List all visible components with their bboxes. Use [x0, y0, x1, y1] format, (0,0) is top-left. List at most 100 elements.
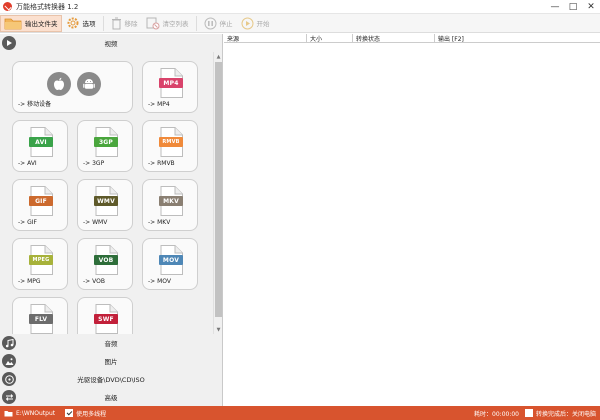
multithread-label: 使用多线程	[76, 410, 107, 418]
tile-mp4[interactable]: MP4 -> MP4	[142, 61, 198, 113]
rmvb-badge: RMVB	[159, 137, 183, 147]
device-icons	[47, 72, 107, 96]
scrollbar-thumb[interactable]	[215, 62, 222, 317]
tile-mov[interactable]: MOV -> MOV	[142, 238, 198, 290]
mov-file-icon: MOV	[159, 245, 183, 275]
category-video[interactable]: 视频	[0, 34, 222, 52]
flv-file-icon: FLV	[29, 304, 53, 334]
mpeg-file-icon: MPEG	[29, 245, 53, 275]
maximize-button[interactable]: □	[564, 0, 582, 14]
close-button[interactable]: ✕	[582, 0, 600, 14]
android-icon	[77, 72, 101, 96]
toolbar: 输出文件夹 选项 移除 清空列表 停止 开始	[0, 14, 600, 33]
play-icon	[241, 17, 254, 30]
clear-list-label: 清空列表	[162, 20, 189, 28]
title-bar: 万能格式转换器 1.2 — □ ✕	[0, 0, 600, 14]
remove-button[interactable]: 移除	[107, 15, 142, 32]
tile-rmvb[interactable]: RMVB -> RMVB	[142, 120, 198, 172]
music-note-icon	[2, 336, 16, 350]
remove-label: 移除	[124, 20, 138, 28]
toolbar-divider	[102, 15, 104, 31]
folder-icon	[4, 17, 22, 30]
tile-wmv[interactable]: WMV -> WMV	[77, 179, 133, 231]
format-grid: -> 移动设备 MP4 -> MP4 AVI -> AVI 3GP -> 3GP	[0, 52, 213, 334]
mp4-badge: MP4	[159, 78, 183, 88]
tile-label: -> 移动设备	[18, 101, 52, 108]
format-panel: 视频 -> 移动设备 MP4 -> MP4 AVI -> AVI 3GP -> …	[0, 34, 223, 406]
output-folder-small-icon	[4, 410, 13, 417]
clear-list-button[interactable]: 清空列表	[142, 15, 193, 32]
rmvb-file-icon: RMVB	[159, 127, 183, 157]
category-audio[interactable]: 音频	[0, 334, 222, 352]
tile-label: -> MOV	[148, 278, 171, 285]
stop-label: 停止	[219, 20, 233, 28]
tile-mpg[interactable]: MPEG -> MPG	[12, 238, 68, 290]
after-convert-checkbox[interactable]	[524, 409, 533, 417]
scroll-down-arrow-icon[interactable]: ▼	[214, 325, 223, 334]
category-disc-label: 光驱设备\DVD\CD\ISO	[77, 376, 145, 384]
after-convert-label: 转换完成后：关闭电脑	[535, 410, 596, 418]
mpeg-badge: MPEG	[29, 255, 53, 265]
wmv-file-icon: WMV	[94, 186, 118, 216]
tile-label: -> MP4	[148, 101, 170, 108]
tile-3gp[interactable]: 3GP -> 3GP	[77, 120, 133, 172]
toolbar-divider	[195, 15, 197, 31]
play-circle-icon	[2, 36, 16, 50]
column-header-size[interactable]: 大小	[307, 34, 353, 43]
output-folder-button[interactable]: 输出文件夹	[0, 14, 62, 32]
category-image-label: 图片	[104, 358, 118, 366]
window-controls: — □ ✕	[546, 0, 600, 14]
disc-icon	[2, 372, 16, 386]
multithread-checkbox[interactable]	[65, 409, 74, 417]
tile-flv[interactable]: FLV	[12, 297, 68, 334]
mp4-file-icon: MP4	[159, 68, 183, 98]
scroll-up-arrow-icon[interactable]: ▲	[214, 52, 223, 61]
clear-list-icon	[146, 17, 160, 30]
category-audio-label: 音频	[104, 340, 118, 348]
tile-label: -> RMVB	[148, 160, 175, 167]
tile-label: -> MPG	[18, 278, 41, 285]
stop-button[interactable]: 停止	[200, 15, 237, 32]
category-advanced[interactable]: 高级	[0, 388, 222, 406]
start-label: 开始	[256, 20, 270, 28]
category-video-label: 视频	[104, 40, 118, 48]
start-button[interactable]: 开始	[237, 15, 274, 32]
minimize-button[interactable]: —	[546, 0, 564, 14]
file-list[interactable]: 来源 大小 转换状态 输出 [F2]	[224, 34, 600, 406]
elapsed-time: 耗时：00:00:00	[474, 410, 519, 418]
pause-icon	[204, 17, 217, 30]
apple-icon	[47, 72, 71, 96]
category-disc[interactable]: 光驱设备\DVD\CD\ISO	[0, 370, 222, 388]
app-logo-icon	[3, 2, 12, 11]
vob-badge: VOB	[94, 255, 118, 265]
format-scrollbar[interactable]: ▲ ▼	[213, 52, 222, 334]
vob-file-icon: VOB	[94, 245, 118, 275]
tile-avi[interactable]: AVI -> AVI	[12, 120, 68, 172]
tile-mobile-device[interactable]: -> 移动设备	[12, 61, 133, 113]
column-header-status[interactable]: 转换状态	[353, 34, 435, 43]
tile-mkv[interactable]: MKV -> MKV	[142, 179, 198, 231]
gear-icon	[66, 16, 80, 30]
tile-label: -> MKV	[148, 219, 171, 226]
output-path[interactable]: E:\WNOutput	[16, 410, 55, 417]
gif-file-icon: GIF	[29, 186, 53, 216]
column-header-output[interactable]: 输出 [F2]	[435, 34, 600, 43]
swap-arrows-icon	[2, 390, 16, 404]
category-image[interactable]: 图片	[0, 352, 222, 370]
tile-swf[interactable]: SWF	[77, 297, 133, 334]
tile-gif[interactable]: GIF -> GIF	[12, 179, 68, 231]
mkv-badge: MKV	[159, 196, 183, 206]
tile-label: -> AVI	[18, 160, 37, 167]
status-bar: E:\WNOutput 使用多线程 耗时：00:00:00 转换完成后：关闭电脑	[0, 406, 600, 420]
trash-icon	[111, 17, 122, 30]
tile-vob[interactable]: VOB -> VOB	[77, 238, 133, 290]
3gp-file-icon: 3GP	[94, 127, 118, 157]
options-button[interactable]: 选项	[62, 15, 100, 32]
avi-file-icon: AVI	[29, 127, 53, 157]
column-header-source[interactable]: 来源	[224, 34, 307, 43]
mkv-file-icon: MKV	[159, 186, 183, 216]
wmv-badge: WMV	[94, 196, 118, 206]
avi-badge: AVI	[29, 137, 53, 147]
tile-label: -> WMV	[83, 219, 108, 226]
options-label: 选项	[82, 20, 96, 28]
